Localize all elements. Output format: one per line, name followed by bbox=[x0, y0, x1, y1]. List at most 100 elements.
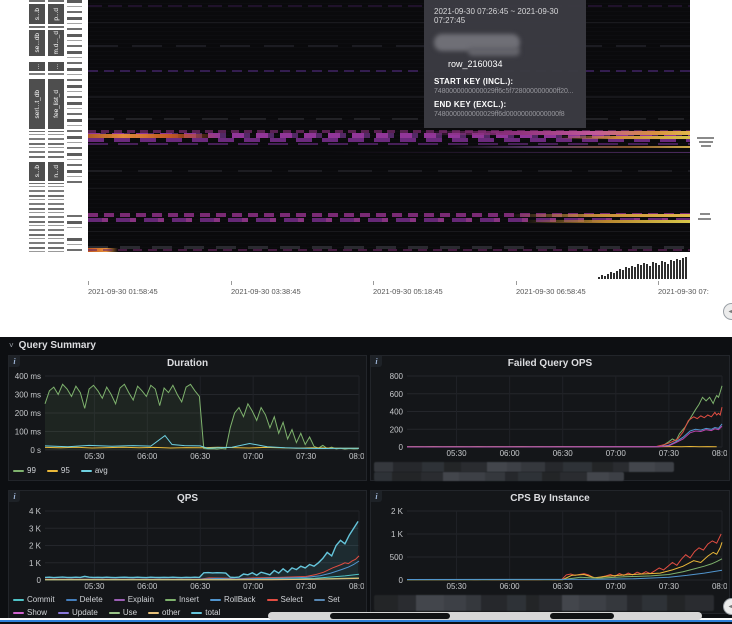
legend-label: RollBack bbox=[224, 594, 256, 606]
histogram-bar bbox=[607, 274, 609, 279]
svg-text:200 ms: 200 ms bbox=[15, 409, 41, 418]
arrows-icon: ◂▸ bbox=[728, 603, 732, 610]
keyviz-db-label[interactable]: p...d bbox=[48, 2, 64, 26]
keyviz-db-label-text: ... bbox=[34, 64, 41, 69]
svg-text:07:30: 07:30 bbox=[659, 582, 680, 591]
keyviz-db-label[interactable]: ... bbox=[48, 60, 64, 73]
keyviz-db-label[interactable]: serl...t_db bbox=[29, 77, 45, 131]
keyviz-db-label-text: se...db bbox=[34, 33, 41, 53]
duration-chart[interactable]: 0 s100 ms200 ms300 ms400 ms05:3006:0006:… bbox=[11, 371, 364, 462]
histogram-bar bbox=[652, 262, 654, 279]
keyviz-db-label-text: m.d..._d bbox=[53, 31, 60, 54]
mosaic-cell bbox=[563, 462, 591, 472]
keyviz-db-label-text: s...b bbox=[34, 165, 41, 177]
legend-item-Insert[interactable]: Insert bbox=[165, 594, 199, 606]
keyviz-db-label[interactable]: fee_list_d bbox=[48, 77, 64, 131]
mosaic-cell bbox=[505, 472, 518, 481]
keyviz-db-label[interactable]: m.d..._d bbox=[48, 28, 64, 58]
info-icon[interactable]: i bbox=[371, 491, 382, 502]
info-icon[interactable]: i bbox=[371, 356, 382, 367]
legend-item-avg[interactable]: avg bbox=[81, 465, 108, 477]
svg-text:1 K: 1 K bbox=[29, 559, 42, 568]
keyviz-db-label[interactable]: s...b bbox=[29, 2, 45, 26]
svg-text:06:30: 06:30 bbox=[553, 449, 574, 458]
redacted-label-blur-2 bbox=[468, 47, 520, 56]
column-gap bbox=[67, 186, 82, 212]
legend-color-dash bbox=[81, 470, 92, 472]
legend-color-dash bbox=[47, 470, 58, 472]
legend-item-Delete[interactable]: Delete bbox=[66, 594, 103, 606]
panel-title[interactable]: Duration bbox=[9, 356, 366, 371]
svg-text:07:00: 07:00 bbox=[606, 582, 627, 591]
keyviz-db-label[interactable]: s...b bbox=[29, 160, 45, 183]
mosaic-cell bbox=[481, 595, 507, 611]
legend-item-Explain[interactable]: Explain bbox=[114, 594, 154, 606]
mosaic-cell bbox=[629, 462, 655, 472]
panel-failed-query-ops: i Failed Query OPS 020040060080005:3006:… bbox=[370, 355, 730, 481]
svg-text:2 K: 2 K bbox=[391, 507, 404, 516]
heatmap-band bbox=[88, 188, 690, 189]
histogram-bar bbox=[676, 259, 678, 279]
heatmap-band bbox=[88, 70, 690, 72]
info-icon[interactable]: i bbox=[9, 491, 20, 502]
legend-color-dash bbox=[66, 599, 77, 601]
axis-tick bbox=[373, 281, 374, 285]
heatmap-band bbox=[88, 136, 690, 139]
svg-text:05:30: 05:30 bbox=[447, 582, 468, 591]
heatmap-band bbox=[88, 5, 690, 7]
legend-color-dash bbox=[210, 599, 221, 601]
svg-text:200: 200 bbox=[390, 425, 404, 434]
failed-query-ops-chart[interactable]: 020040060080005:3006:0006:3007:0007:3008… bbox=[373, 371, 727, 459]
keyviz-heatmap[interactable] bbox=[88, 0, 690, 252]
legend-color-dash bbox=[109, 612, 120, 614]
keyviz-db-label-text: s...b bbox=[34, 8, 41, 20]
info-icon[interactable]: i bbox=[9, 356, 20, 367]
arrows-icon: ◂▸ bbox=[728, 308, 732, 315]
legend-item-Set[interactable]: Set bbox=[314, 594, 340, 606]
svg-text:07:00: 07:00 bbox=[606, 449, 627, 458]
legend-color-dash bbox=[58, 612, 69, 614]
svg-text:100 ms: 100 ms bbox=[15, 428, 41, 437]
heatmap-band bbox=[88, 220, 690, 223]
mosaic-cell bbox=[579, 595, 606, 611]
legend-label: 99 bbox=[27, 465, 36, 477]
legend-item-RollBack[interactable]: RollBack bbox=[210, 594, 256, 606]
keyviz-db-label[interactable]: se...db bbox=[29, 28, 45, 58]
panel-title[interactable]: QPS bbox=[9, 491, 366, 506]
legend-item-99[interactable]: 99 bbox=[13, 465, 36, 477]
legend-item-Select[interactable]: Select bbox=[267, 594, 303, 606]
panel-title[interactable]: CPS By Instance bbox=[371, 491, 729, 506]
histogram-bar bbox=[634, 267, 636, 279]
svg-text:06:00: 06:00 bbox=[500, 582, 521, 591]
histogram-bar bbox=[667, 264, 669, 279]
redacted-legend-blur bbox=[374, 472, 624, 481]
keyviz-db-label[interactable]: n...d bbox=[48, 160, 64, 183]
mosaic-cell bbox=[560, 472, 588, 481]
keyviz-db-label-text: ... bbox=[53, 64, 60, 69]
legend-item-Commit[interactable]: Commit bbox=[13, 594, 55, 606]
legend-label: Explain bbox=[128, 594, 154, 606]
mosaic-cell bbox=[444, 595, 466, 611]
keyviz-db-label[interactable]: ... bbox=[29, 60, 45, 73]
histogram-bar bbox=[604, 276, 606, 279]
row-header-query-summary[interactable]: ˅ Query Summary bbox=[0, 337, 732, 353]
heatmap-band bbox=[88, 214, 690, 217]
heatmap-band bbox=[88, 152, 690, 153]
svg-text:07:30: 07:30 bbox=[296, 452, 317, 461]
svg-text:1 K: 1 K bbox=[391, 530, 404, 539]
heatmap-band bbox=[88, 118, 690, 120]
cps-by-instance-chart[interactable]: 05001 K2 K05:3006:0006:3007:0007:3008:00 bbox=[373, 506, 727, 592]
keyviz-histogram bbox=[598, 256, 690, 279]
overflow-mark bbox=[701, 145, 711, 147]
qps-chart[interactable]: 01 K2 K3 K4 K05:3006:0006:3007:0007:3008… bbox=[11, 506, 364, 592]
mosaic-cell bbox=[485, 472, 505, 481]
mosaic-cell bbox=[393, 462, 422, 472]
redacted-legend-blur bbox=[374, 462, 674, 472]
panel-title[interactable]: Failed Query OPS bbox=[371, 356, 729, 371]
legend-color-dash bbox=[114, 599, 125, 601]
histogram-bar bbox=[658, 265, 660, 279]
keyviz-label-column-1: s...b se...db... serl...t_db s...b bbox=[29, 0, 45, 252]
histogram-bar bbox=[625, 267, 627, 279]
legend-item-95[interactable]: 95 bbox=[47, 465, 70, 477]
svg-text:400: 400 bbox=[390, 408, 404, 417]
